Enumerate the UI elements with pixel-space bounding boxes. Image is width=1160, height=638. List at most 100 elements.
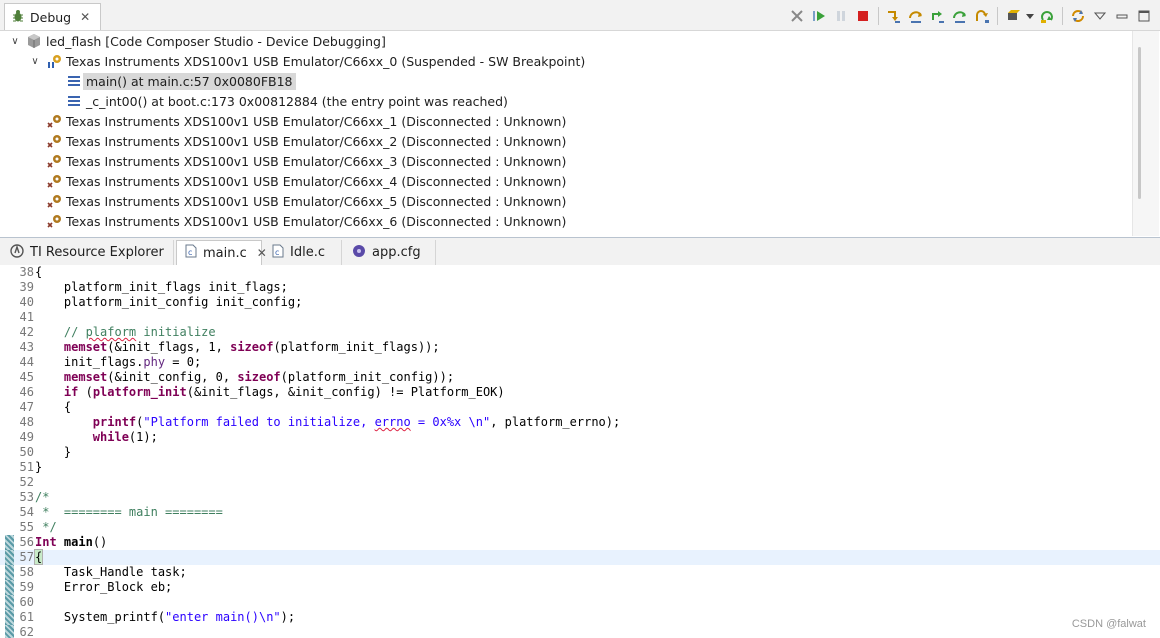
code-line[interactable]: 48 printf("Platform failed to initialize… [0, 415, 1160, 430]
code-line[interactable]: 55 */ [0, 520, 1160, 535]
tree-item-core-5[interactable]: Texas Instruments XDS100v1 USB Emulator/… [46, 191, 566, 211]
code-editor[interactable]: 38{39 platform_init_flags init_flags; 40 … [0, 265, 1160, 638]
view-menu-dropdown-icon[interactable] [1025, 6, 1035, 26]
debug-toolbar [787, 5, 1154, 27]
debug-view-tabbar: Debug ✕ [0, 0, 1160, 31]
line-number: 43 [19, 340, 34, 354]
step-into-icon[interactable] [884, 6, 904, 26]
code-line[interactable]: 51} [0, 460, 1160, 475]
line-number: 62 [19, 625, 34, 638]
code-text: // plaform initialize [35, 325, 216, 339]
code-line[interactable]: 60 [0, 595, 1160, 610]
code-line[interactable]: 43 memset(&init_flags, 1, sizeof(platfor… [0, 340, 1160, 355]
code-text: printf("Platform failed to initialize, e… [92, 415, 621, 429]
code-line[interactable]: 47 { [0, 400, 1160, 415]
run-to-line-icon[interactable] [972, 6, 992, 26]
tree-item-debug-session[interactable]: ∨ led_flash [Code Composer Studio - Devi… [8, 31, 386, 51]
code-line[interactable]: 39 platform_init_flags init_flags; [0, 280, 1160, 295]
tree-item-frame-c-int00[interactable]: _c_int00() at boot.c:173 0x00812884 (the… [66, 91, 508, 111]
tree-item-core-0[interactable]: ∨ Texas Instruments XDS100v1 USB Emulato… [28, 51, 585, 71]
tab-debug[interactable]: Debug ✕ [4, 3, 102, 30]
chevron-down-icon[interactable]: ∨ [8, 36, 22, 47]
tab-label: TI Resource Explorer [30, 245, 164, 260]
line-number: 51 [19, 460, 34, 474]
svg-text:c: c [188, 248, 192, 257]
code-line[interactable]: 41 [0, 310, 1160, 325]
minimize-icon[interactable] [1112, 6, 1132, 26]
tree-item-core-2[interactable]: Texas Instruments XDS100v1 USB Emulator/… [46, 131, 566, 151]
code-text: { [35, 265, 43, 279]
assembly-step-over-icon[interactable] [950, 6, 970, 26]
code-line[interactable]: 49 while(1); [0, 430, 1160, 445]
debug-tree-scrollbar[interactable] [1132, 31, 1159, 236]
code-line[interactable]: 42 // plaform initialize [0, 325, 1160, 340]
code-line[interactable]: 46 if (platform_init(&init_flags, &init_… [0, 385, 1160, 400]
code-line[interactable]: 56 Int main() [0, 535, 1160, 550]
code-text: System_printf("enter main()\n"); [35, 610, 296, 624]
code-line[interactable]: 62 [0, 625, 1160, 638]
tree-item-core-3[interactable]: Texas Instruments XDS100v1 USB Emulator/… [46, 151, 566, 171]
code-line[interactable]: 54 * ======== main ======== [0, 505, 1160, 520]
step-return-icon[interactable] [928, 6, 948, 26]
code-text: /* [35, 490, 50, 504]
code-text: * ======== main ======== [35, 505, 223, 519]
close-icon[interactable]: ✕ [80, 10, 90, 24]
change-marker-icon [5, 625, 14, 638]
maximize-icon[interactable] [1134, 6, 1154, 26]
resume-icon[interactable] [809, 6, 829, 26]
step-over-icon[interactable] [906, 6, 926, 26]
tree-item-core-4[interactable]: Texas Instruments XDS100v1 USB Emulator/… [46, 171, 566, 191]
line-number: 55 [19, 520, 34, 534]
tab-ti-resource-explorer[interactable]: TI Resource Explorer [2, 240, 174, 265]
code-line[interactable]: 61 System_printf("enter main()\n"); [0, 610, 1160, 625]
code-text: */ [35, 520, 57, 534]
tab-label: main.c [203, 245, 247, 261]
code-text: if (platform_init(&init_flags, &init_con… [63, 385, 505, 399]
code-line[interactable]: 44 init_flags.phy = 0; [0, 355, 1160, 370]
toolbar-separator [1062, 7, 1063, 25]
code-text: platform_init_flags init_flags; [35, 280, 288, 294]
code-line[interactable]: 50 } [0, 445, 1160, 460]
refresh-icon[interactable] [1068, 6, 1088, 26]
suspend-icon[interactable] [831, 6, 851, 26]
line-number: 38 [19, 265, 34, 279]
change-marker-icon [5, 565, 14, 580]
editor-tabbar: TI Resource Explorer c main.c ✕ c Idle.c… [0, 238, 1160, 266]
code-line[interactable]: 45 memset(&init_config, 0, sizeof(platfo… [0, 370, 1160, 385]
terminate-icon[interactable] [853, 6, 873, 26]
tab-idle-c[interactable]: c Idle.c [264, 240, 342, 265]
code-text: Error_Block eb; [35, 580, 173, 594]
code-line[interactable]: 59 Error_Block eb; [0, 580, 1160, 595]
chevron-down-icon[interactable]: ∨ [28, 56, 42, 67]
code-line[interactable]: 57{ [0, 549, 1160, 565]
line-number: 48 [19, 415, 34, 429]
view-menu-icon[interactable] [1090, 6, 1110, 26]
cpu-disconnected-icon [46, 133, 62, 149]
code-line[interactable]: 40 platform_init_config init_config; [0, 295, 1160, 310]
toolbar-separator [997, 7, 998, 25]
code-text: Task_Handle task; [35, 565, 187, 579]
line-number: 50 [19, 445, 34, 459]
tab-main-c[interactable]: c main.c ✕ [176, 240, 267, 265]
line-number: 47 [19, 400, 34, 414]
remove-terminated-icon[interactable] [787, 6, 807, 26]
tree-item-core-1[interactable]: Texas Instruments XDS100v1 USB Emulator/… [46, 111, 566, 131]
code-text: memset(&init_flags, 1, sizeof(platform_i… [63, 340, 440, 354]
tree-item-frame-main[interactable]: main() at main.c:57 0x0080FB18 [66, 71, 296, 91]
code-line[interactable]: 53/* [0, 490, 1160, 505]
reset-cpu-icon[interactable] [1003, 6, 1023, 26]
code-line[interactable]: 52 [0, 475, 1160, 490]
tab-app-cfg[interactable]: app.cfg [344, 240, 436, 265]
scrollbar-thumb[interactable] [1138, 47, 1141, 199]
code-line[interactable]: 38{ [0, 265, 1160, 280]
ti-resource-explorer-icon [10, 243, 24, 262]
tree-item-label: led_flash [Code Composer Studio - Device… [46, 33, 386, 49]
line-number: 49 [19, 430, 34, 444]
code-text: } [35, 460, 43, 474]
debug-view: Debug ✕ ∨ led_flash [Code Composer Studi… [0, 0, 1160, 238]
tree-item-core-6[interactable]: Texas Instruments XDS100v1 USB Emulator/… [46, 211, 566, 231]
tree-item-label: Texas Instruments XDS100v1 USB Emulator/… [66, 133, 567, 149]
restart-icon[interactable] [1037, 6, 1057, 26]
code-line[interactable]: 58 Task_Handle task; [0, 565, 1160, 580]
tree-item-label: Texas Instruments XDS100v1 USB Emulator/… [66, 153, 567, 169]
